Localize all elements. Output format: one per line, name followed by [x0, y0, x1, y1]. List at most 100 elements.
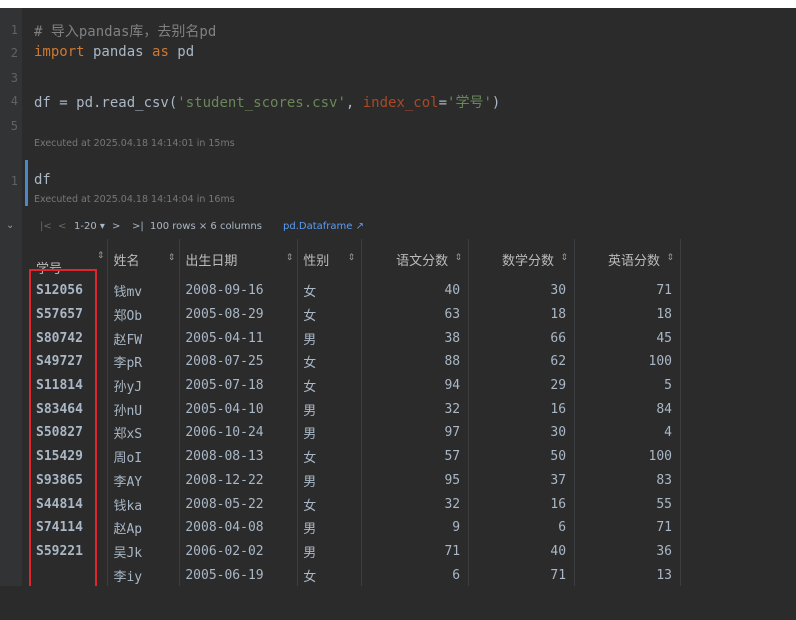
- math-score-cell[interactable]: 30: [468, 279, 576, 303]
- math-score-cell[interactable]: 71: [468, 563, 576, 586]
- last-page-button[interactable]: >|: [132, 221, 144, 232]
- column-header-chinese[interactable]: 语文分数 ⇕: [361, 239, 470, 279]
- next-page-button[interactable]: >: [112, 221, 120, 232]
- sort-icon[interactable]: ⇕: [168, 253, 176, 263]
- gender-cell[interactable]: 女: [297, 350, 363, 374]
- gender-cell[interactable]: 女: [297, 373, 363, 398]
- chinese-score-cell[interactable]: 9: [361, 515, 470, 540]
- english-score-cell[interactable]: 5: [574, 373, 681, 398]
- english-score-cell[interactable]: 100: [574, 444, 681, 469]
- table-row[interactable]: S74114 赵Ap 2008-04-08 男 9 6 71: [30, 515, 681, 540]
- column-header-math[interactable]: 数学分数 ⇕: [468, 239, 576, 279]
- chinese-score-cell[interactable]: 40: [361, 279, 470, 303]
- chinese-score-cell[interactable]: 32: [361, 492, 470, 516]
- math-score-cell[interactable]: 6: [468, 515, 576, 540]
- chinese-score-cell[interactable]: 6: [361, 563, 470, 586]
- gender-cell[interactable]: 女: [297, 492, 363, 516]
- column-header-english[interactable]: 英语分数 ⇕: [574, 239, 681, 279]
- prev-page-button[interactable]: <: [58, 221, 66, 232]
- name-cell[interactable]: 赵Ap: [107, 515, 181, 540]
- chinese-score-cell[interactable]: 97: [361, 421, 470, 445]
- name-cell[interactable]: 孙nU: [107, 397, 181, 422]
- chinese-score-cell[interactable]: 94: [361, 373, 470, 398]
- chinese-score-cell[interactable]: 57: [361, 444, 470, 469]
- math-score-cell[interactable]: 29: [468, 373, 576, 398]
- gender-cell[interactable]: 男: [297, 421, 363, 445]
- column-header-birthdate[interactable]: 出生日期 ⇕: [179, 239, 299, 279]
- table-row[interactable]: S80742 赵FW 2005-04-11 男 38 66 45: [30, 326, 681, 351]
- first-page-button[interactable]: |<: [40, 221, 52, 232]
- table-row[interactable]: S44814 钱ka 2008-05-22 女 32 16 55: [30, 492, 681, 516]
- name-cell[interactable]: 李iy: [107, 563, 181, 586]
- gender-cell[interactable]: 男: [297, 397, 363, 422]
- column-header-gender[interactable]: 性别 ⇕: [297, 239, 363, 279]
- chinese-score-cell[interactable]: 88: [361, 350, 470, 374]
- birthdate-cell[interactable]: 2005-04-10: [179, 397, 299, 422]
- table-row[interactable]: S15429 周oI 2008-08-13 女 57 50 100: [30, 444, 681, 469]
- dataframe-link[interactable]: pd.Dataframe ↗: [283, 221, 364, 232]
- english-score-cell[interactable]: 18: [574, 302, 681, 327]
- name-cell[interactable]: 吴Jk: [107, 539, 181, 564]
- name-cell[interactable]: 孙yJ: [107, 373, 181, 398]
- math-score-cell[interactable]: 37: [468, 468, 576, 493]
- english-score-cell[interactable]: 100: [574, 350, 681, 374]
- english-score-cell[interactable]: 84: [574, 397, 681, 422]
- sort-icon[interactable]: ⇕: [348, 253, 356, 263]
- english-score-cell[interactable]: 4: [574, 421, 681, 445]
- code-line-df[interactable]: df: [34, 172, 51, 188]
- gender-cell[interactable]: 男: [297, 515, 363, 540]
- name-cell[interactable]: 郑Ob: [107, 302, 181, 327]
- chevron-down-icon[interactable]: ⌄: [6, 220, 14, 231]
- birthdate-cell[interactable]: 2008-08-13: [179, 444, 299, 469]
- birthdate-cell[interactable]: 2008-12-22: [179, 468, 299, 493]
- english-score-cell[interactable]: 71: [574, 515, 681, 540]
- math-score-cell[interactable]: 16: [468, 397, 576, 422]
- table-row[interactable]: S57657 郑Ob 2005-08-29 女 63 18 18: [30, 302, 681, 327]
- birthdate-cell[interactable]: 2006-02-02: [179, 539, 299, 564]
- gender-cell[interactable]: 女: [297, 302, 363, 327]
- birthdate-cell[interactable]: 2008-07-25: [179, 350, 299, 374]
- table-row[interactable]: S83464 孙nU 2005-04-10 男 32 16 84: [30, 397, 681, 422]
- math-score-cell[interactable]: 18: [468, 302, 576, 327]
- name-cell[interactable]: 赵FW: [107, 326, 181, 351]
- sort-icon[interactable]: ⇕: [560, 253, 568, 263]
- table-row[interactable]: S59221 吴Jk 2006-02-02 男 71 40 36: [30, 539, 681, 564]
- page-range-select[interactable]: 1-20 ▾: [74, 221, 105, 232]
- column-header-name[interactable]: 姓名 ⇕: [107, 239, 181, 279]
- birthdate-cell[interactable]: 2005-07-18: [179, 373, 299, 398]
- chinese-score-cell[interactable]: 63: [361, 302, 470, 327]
- gender-cell[interactable]: 女: [297, 563, 363, 586]
- name-cell[interactable]: 钱ka: [107, 492, 181, 516]
- table-row[interactable]: S93865 李AY 2008-12-22 男 95 37 83: [30, 468, 681, 493]
- math-score-cell[interactable]: 50: [468, 444, 576, 469]
- sort-icon[interactable]: ⇕: [286, 253, 294, 263]
- english-score-cell[interactable]: 36: [574, 539, 681, 564]
- table-row[interactable]: 李iy 2005-06-19 女 6 71 13: [30, 563, 681, 586]
- birthdate-cell[interactable]: 2005-08-29: [179, 302, 299, 327]
- math-score-cell[interactable]: 62: [468, 350, 576, 374]
- english-score-cell[interactable]: 83: [574, 468, 681, 493]
- math-score-cell[interactable]: 40: [468, 539, 576, 564]
- gender-cell[interactable]: 男: [297, 326, 363, 351]
- math-score-cell[interactable]: 16: [468, 492, 576, 516]
- english-score-cell[interactable]: 13: [574, 563, 681, 586]
- chinese-score-cell[interactable]: 71: [361, 539, 470, 564]
- chinese-score-cell[interactable]: 38: [361, 326, 470, 351]
- name-cell[interactable]: 周oI: [107, 444, 181, 469]
- math-score-cell[interactable]: 66: [468, 326, 576, 351]
- code-line-import[interactable]: import pandas as pd: [34, 44, 194, 60]
- english-score-cell[interactable]: 55: [574, 492, 681, 516]
- gender-cell[interactable]: 男: [297, 468, 363, 493]
- birthdate-cell[interactable]: 2006-10-24: [179, 421, 299, 445]
- sort-icon[interactable]: ⇕: [666, 253, 674, 263]
- sort-icon[interactable]: ⇕: [455, 253, 463, 263]
- birthdate-cell[interactable]: 2005-06-19: [179, 563, 299, 586]
- name-cell[interactable]: 郑xS: [107, 421, 181, 445]
- gender-cell[interactable]: 女: [297, 444, 363, 469]
- chinese-score-cell[interactable]: 95: [361, 468, 470, 493]
- name-cell[interactable]: 李pR: [107, 350, 181, 374]
- english-score-cell[interactable]: 71: [574, 279, 681, 303]
- birthdate-cell[interactable]: 2008-05-22: [179, 492, 299, 516]
- english-score-cell[interactable]: 45: [574, 326, 681, 351]
- birthdate-cell[interactable]: 2005-04-11: [179, 326, 299, 351]
